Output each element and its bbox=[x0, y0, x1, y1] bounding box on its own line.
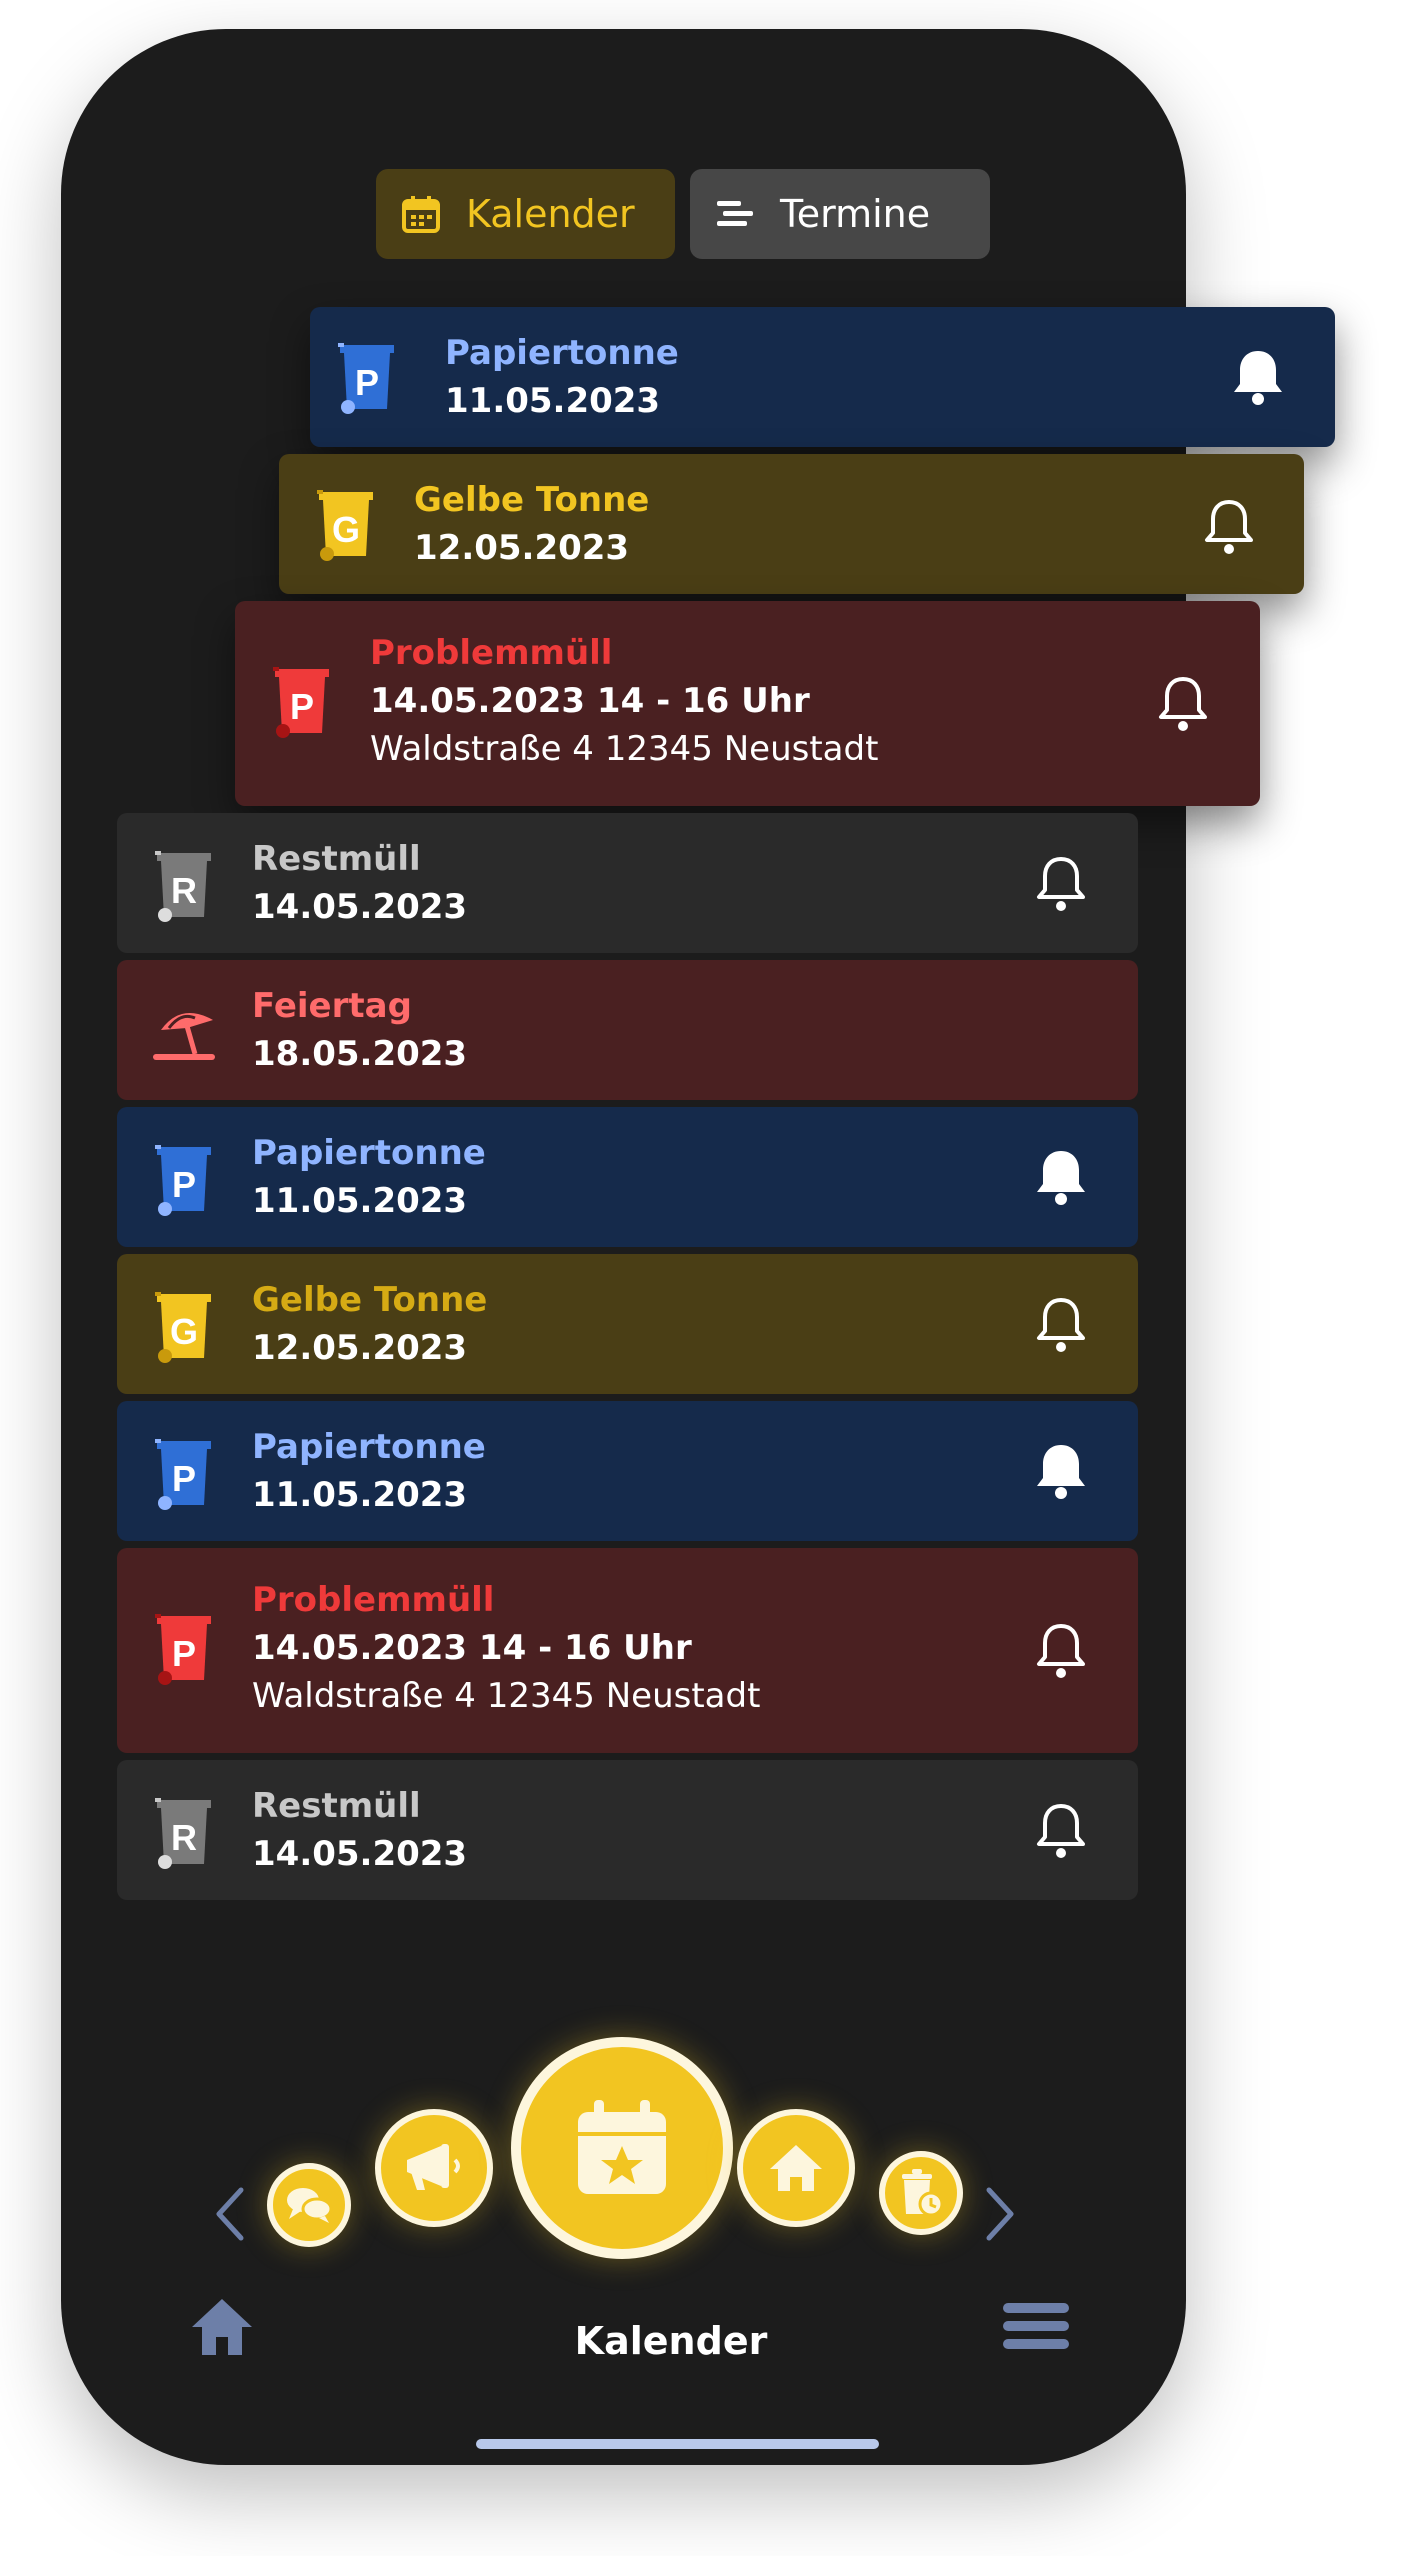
page-title: Kalender bbox=[574, 2319, 768, 2363]
bin-clock-icon bbox=[902, 2169, 944, 2217]
tab-termine-label: Termine bbox=[780, 192, 931, 236]
bin-schedule-button[interactable] bbox=[879, 2151, 963, 2235]
calendar-icon bbox=[400, 193, 442, 235]
svg-text:R: R bbox=[171, 1817, 197, 1858]
yellow-bin-icon: G bbox=[155, 1292, 211, 1363]
svg-text:P: P bbox=[355, 362, 379, 403]
beach-umbrella-icon bbox=[153, 1012, 215, 1060]
svg-text:P: P bbox=[172, 1458, 196, 1499]
card-date: 14.05.2023 14 - 16 Uhr bbox=[252, 1628, 692, 1668]
floating-card-papiertonne[interactable]: P Papiertonne 11.05.2023 bbox=[310, 307, 1335, 447]
card-date: 18.05.2023 bbox=[252, 1034, 468, 1074]
menu-icon[interactable] bbox=[1001, 2299, 1071, 2355]
card-title: Problemmüll bbox=[370, 633, 613, 673]
floating-card-gelbe-tonne[interactable]: G Gelbe Tonne 12.05.2023 bbox=[279, 454, 1304, 594]
bell-outline-icon[interactable] bbox=[1034, 1620, 1088, 1680]
tab-kalender[interactable]: Kalender bbox=[376, 169, 675, 259]
paper-bin-icon: P bbox=[338, 343, 394, 414]
card-title: Papiertonne bbox=[252, 1133, 486, 1173]
tab-kalender-label: Kalender bbox=[466, 192, 635, 236]
list-item-restmuell[interactable]: R Restmüll 14.05.2023 bbox=[117, 813, 1138, 953]
svg-text:G: G bbox=[170, 1311, 198, 1352]
home-indicator[interactable] bbox=[476, 2439, 879, 2449]
list-item-gelbe-tonne[interactable]: G Gelbe Tonne 12.05.2023 bbox=[117, 1254, 1138, 1394]
bell-filled-icon[interactable] bbox=[1034, 1441, 1088, 1501]
card-title: Restmüll bbox=[252, 1786, 421, 1826]
list-item-feiertag[interactable]: Feiertag 18.05.2023 bbox=[117, 960, 1138, 1100]
chat-icon bbox=[287, 2188, 333, 2223]
card-title: Gelbe Tonne bbox=[252, 1280, 488, 1320]
card-title: Problemmüll bbox=[252, 1580, 495, 1620]
card-title: Feiertag bbox=[252, 986, 412, 1026]
chevron-right-icon[interactable] bbox=[983, 2184, 1019, 2244]
bell-filled-icon[interactable] bbox=[1034, 1147, 1088, 1207]
home-nav-icon[interactable] bbox=[188, 2295, 256, 2359]
card-title: Gelbe Tonne bbox=[414, 480, 650, 520]
svg-text:P: P bbox=[290, 686, 314, 727]
card-date: 12.05.2023 bbox=[252, 1328, 468, 1368]
card-date: 11.05.2023 bbox=[252, 1475, 468, 1515]
announcements-button[interactable] bbox=[375, 2109, 493, 2227]
card-title: Restmüll bbox=[252, 839, 421, 879]
tab-termine[interactable]: Termine bbox=[690, 169, 990, 259]
problem-bin-icon: P bbox=[155, 1614, 211, 1685]
bell-outline-icon[interactable] bbox=[1034, 853, 1088, 913]
bell-outline-icon[interactable] bbox=[1156, 673, 1210, 733]
svg-text:G: G bbox=[332, 509, 360, 550]
floating-card-problemmuell[interactable]: P Problemmüll 14.05.2023 14 - 16 Uhr Wal… bbox=[235, 601, 1260, 806]
list-item-problemmuell[interactable]: P Problemmüll 14.05.2023 14 - 16 Uhr Wal… bbox=[117, 1548, 1138, 1753]
paper-bin-icon: P bbox=[155, 1145, 211, 1216]
bell-outline-icon[interactable] bbox=[1202, 496, 1256, 556]
card-date: 14.05.2023 14 - 16 Uhr bbox=[370, 681, 810, 721]
card-date: 11.05.2023 bbox=[445, 381, 661, 421]
bell-outline-icon[interactable] bbox=[1034, 1800, 1088, 1860]
yellow-bin-icon: G bbox=[317, 490, 373, 561]
calendar-main-button[interactable] bbox=[511, 2037, 733, 2259]
svg-text:P: P bbox=[172, 1164, 196, 1205]
card-date: 14.05.2023 bbox=[252, 1834, 468, 1874]
rest-bin-icon: R bbox=[155, 1798, 211, 1869]
card-date: 14.05.2023 bbox=[252, 887, 468, 927]
home-button[interactable] bbox=[737, 2109, 855, 2227]
chevron-left-icon[interactable] bbox=[211, 2184, 247, 2244]
list-item-papiertonne[interactable]: P Papiertonne 11.05.2023 bbox=[117, 1107, 1138, 1247]
calendar-star-icon bbox=[578, 2100, 666, 2194]
card-title: Papiertonne bbox=[445, 333, 679, 373]
paper-bin-icon: P bbox=[155, 1439, 211, 1510]
chat-button[interactable] bbox=[267, 2163, 351, 2247]
svg-text:R: R bbox=[171, 870, 197, 911]
card-date: 12.05.2023 bbox=[414, 528, 630, 568]
card-address: Waldstraße 4 12345 Neustadt bbox=[252, 1676, 761, 1716]
megaphone-icon bbox=[407, 2144, 460, 2190]
home-icon bbox=[770, 2145, 822, 2191]
phone-frame: Kalender Termine P Papiertonne 11.05.202… bbox=[61, 29, 1335, 2465]
bell-outline-icon[interactable] bbox=[1034, 1294, 1088, 1354]
list-icon bbox=[714, 193, 756, 235]
list-item-restmuell[interactable]: R Restmüll 14.05.2023 bbox=[117, 1760, 1138, 1900]
rest-bin-icon: R bbox=[155, 851, 211, 922]
svg-text:P: P bbox=[172, 1633, 196, 1674]
card-address: Waldstraße 4 12345 Neustadt bbox=[370, 729, 879, 769]
card-date: 11.05.2023 bbox=[252, 1181, 468, 1221]
card-title: Papiertonne bbox=[252, 1427, 486, 1467]
bell-filled-icon[interactable] bbox=[1231, 347, 1285, 407]
list-item-papiertonne[interactable]: P Papiertonne 11.05.2023 bbox=[117, 1401, 1138, 1541]
problem-bin-icon: P bbox=[273, 667, 329, 738]
